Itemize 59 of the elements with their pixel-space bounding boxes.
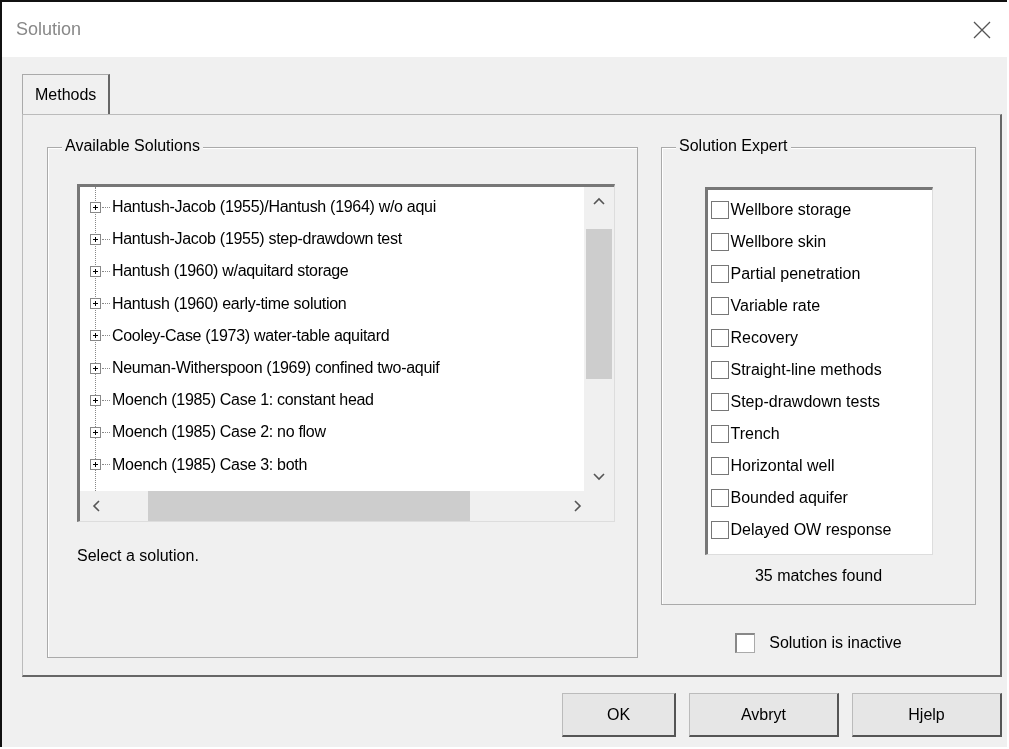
option-item[interactable]: Step-drawdown tests [710, 386, 932, 418]
horizontal-scrollbar[interactable] [80, 491, 614, 521]
scroll-left-icon[interactable] [92, 500, 100, 512]
checkbox[interactable] [710, 233, 729, 251]
checkbox[interactable] [735, 633, 756, 653]
checkbox[interactable] [710, 393, 729, 411]
option-item[interactable]: Straight-line methods [710, 354, 932, 386]
expand-icon[interactable] [90, 265, 101, 277]
scroll-up-icon[interactable] [593, 197, 605, 205]
checkbox[interactable] [710, 361, 729, 379]
checkbox[interactable] [710, 521, 729, 539]
expand-icon[interactable] [90, 426, 101, 438]
option-item[interactable]: Bounded aquifer [710, 482, 932, 514]
expand-icon[interactable] [90, 233, 101, 245]
tree-item[interactable]: Cooley-Case (1973) water-table aquitard [90, 319, 584, 352]
expand-icon[interactable] [90, 330, 101, 342]
tree-item[interactable]: Moench (1985) Case 2: no flow [90, 416, 584, 449]
expand-icon[interactable] [90, 201, 101, 213]
vertical-scrollbar[interactable] [584, 187, 614, 491]
checkbox-label[interactable]: Solution is inactive [769, 634, 902, 652]
checkbox[interactable] [710, 201, 729, 219]
status-text: Select a solution. [77, 547, 200, 565]
scroll-thumb[interactable] [148, 491, 470, 521]
group-title: Solution Expert [676, 137, 791, 155]
option-item[interactable]: Recovery [710, 322, 932, 354]
expand-icon[interactable] [90, 362, 101, 374]
match-count: 35 matches found [754, 567, 883, 585]
checkbox[interactable] [710, 425, 729, 443]
option-item[interactable]: Wellbore skin [710, 226, 932, 258]
expand-icon[interactable] [90, 394, 101, 406]
option-item[interactable]: Variable rate [710, 290, 932, 322]
dialog-button[interactable]: OK [562, 693, 676, 737]
scroll-thumb[interactable] [586, 229, 612, 379]
tab[interactable]: Methods [22, 74, 111, 114]
expand-icon[interactable] [90, 459, 101, 471]
dialog-button[interactable]: Avbryt [689, 693, 839, 737]
option-item[interactable]: Delayed OW response [710, 514, 932, 546]
tree-item[interactable]: Hantush-Jacob (1955)/Hantush (1964) w/o aqui [90, 191, 584, 224]
option-item[interactable]: Wellbore storage [710, 194, 932, 226]
checkbox[interactable] [710, 457, 729, 475]
tree-item[interactable]: Hantush (1960) early-time solution [90, 287, 584, 320]
tree-item[interactable]: Hantush (1960) w/aquitard storage [90, 255, 584, 288]
option-item[interactable]: Partial penetration [710, 258, 932, 290]
tree-item[interactable]: Hantush-Jacob (1955) step-drawdown test [90, 223, 584, 256]
close-icon[interactable] [973, 20, 991, 39]
checkbox[interactable] [710, 329, 729, 347]
checkbox[interactable] [710, 489, 729, 507]
dialog-button[interactable]: Hjelp [852, 693, 1002, 737]
tree-item[interactable]: Neuman-Witherspoon (1969) confined two-aquif [90, 351, 584, 385]
tree-item[interactable]: Moench (1985) Case 3: both [90, 448, 584, 481]
tree-item[interactable]: Moench (1985) Case 1: constant head [90, 384, 584, 417]
checkbox[interactable] [710, 297, 729, 315]
checkbox[interactable] [710, 265, 729, 283]
option-item[interactable]: Horizontal well [710, 450, 932, 482]
window-title: Solution [16, 19, 82, 40]
option-item[interactable]: Trench [710, 418, 932, 450]
scroll-down-icon[interactable] [593, 473, 605, 481]
scroll-right-icon[interactable] [574, 500, 582, 512]
expand-icon[interactable] [90, 298, 101, 310]
